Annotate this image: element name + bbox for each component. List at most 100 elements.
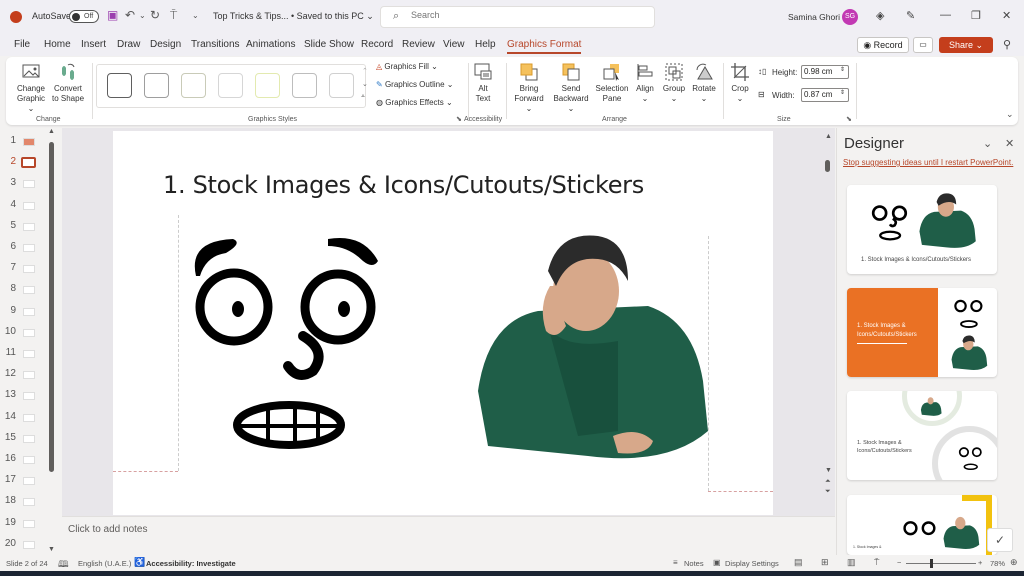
tab-record[interactable]: Record [361,39,393,50]
slide-canvas[interactable]: 1. Stock Images & Icons/Cutouts/Stickers [113,131,773,515]
style-swatch-5[interactable] [255,73,280,98]
slide-thumbnail[interactable]: 7 [0,262,50,276]
gallery-down-icon[interactable]: ⌄ [362,80,368,88]
user-name[interactable]: Samina Ghori [788,12,840,22]
record-button[interactable]: ◉ Record [857,37,909,53]
avatar[interactable]: SG [842,9,858,25]
slide-thumbnail[interactable]: 5 [0,220,50,234]
notes-pane[interactable]: Click to add notes [62,516,835,554]
fit-to-window-icon[interactable]: ⊕ [1010,557,1018,568]
slide-thumbnail-image[interactable] [23,540,35,549]
autosave-toggle[interactable]: Off [69,10,99,23]
stop-suggesting-link[interactable]: Stop suggesting ideas until I restart Po… [843,158,1013,167]
slide-thumbnail[interactable]: 9 [0,305,50,319]
scrollbar-thumb[interactable] [825,160,830,172]
design-idea-card[interactable]: 1. Stock Images & Icons/Cutouts/Stickers [847,185,997,274]
tab-help[interactable]: Help [475,39,496,50]
zoom-slider-track[interactable] [906,563,976,564]
tab-review[interactable]: Review [402,39,435,50]
zoom-in-icon[interactable]: + [978,558,982,567]
slideshow-icon[interactable]: ⍑ [874,557,879,568]
slide-thumbnail-image[interactable] [23,201,35,210]
slide-thumbnail-image[interactable] [23,138,35,146]
reading-view-icon[interactable]: ▥ [847,557,856,568]
slide-thumbnail[interactable]: 2 [0,156,50,170]
group-button[interactable]: Group ⌄ [660,62,688,104]
display-settings-button[interactable]: Display Settings [725,559,779,568]
dialog-launcher-icon[interactable]: ⬊ [456,115,462,123]
style-swatch-4[interactable] [218,73,243,98]
zoom-slider-thumb[interactable] [930,559,933,568]
graphics-effects-button[interactable]: ◍ Graphics Effects ⌄ [376,98,453,107]
design-idea-card[interactable]: 1. Stock Images & Icons/Cutouts/Stickers [847,288,997,377]
height-spinner-icon[interactable]: ⇕ [840,66,845,73]
slide-thumbnail[interactable]: 11 [0,347,50,361]
bring-forward-button[interactable]: Bring Forward ⌄ [510,62,548,114]
slide-thumbnail[interactable]: 15 [0,432,50,446]
slide-sorter-icon[interactable]: ⊞ [821,557,829,568]
style-swatch-3[interactable] [181,73,206,98]
accessibility-status[interactable]: Accessibility: Investigate [146,559,236,568]
present-icon[interactable]: ⍑ [170,8,177,23]
diamond-icon[interactable]: ◈ [876,9,884,22]
gallery-more-icon[interactable]: ⩡ [361,93,365,101]
next-slide-icon[interactable]: ⏷ [825,488,831,496]
slide-thumbnail-image[interactable] [23,328,35,337]
design-idea-card[interactable]: 1. Stock Images & [847,495,997,555]
tab-animations[interactable]: Animations [246,39,295,50]
slide-thumbnail-image[interactable] [23,244,35,252]
restore-icon[interactable]: ❐ [971,9,981,22]
style-swatch-2[interactable] [144,73,169,98]
designer-options-chevron-icon[interactable]: ⌄ [983,137,992,150]
slide-thumbnail[interactable]: 14 [0,411,50,425]
slide-thumbnail[interactable]: 18 [0,495,50,509]
tab-draw[interactable]: Draw [117,39,140,50]
face-sticker-image[interactable] [178,231,388,461]
scroll-up-icon[interactable]: ▲ [48,128,55,135]
zoom-out-icon[interactable]: − [897,558,901,567]
slide-thumbnail-image[interactable] [23,286,35,295]
slide-thumbnail-image[interactable] [23,434,35,443]
selection-pane-button[interactable]: Selection Pane [595,62,629,104]
design-idea-card[interactable]: 1. Stock Images & Icons/Cutouts/Stickers [847,391,997,480]
rotate-button[interactable]: Rotate ⌄ [690,62,718,104]
size-dialog-launcher-icon[interactable]: ⬊ [846,115,852,123]
slide-thumbnail[interactable]: 12 [0,368,50,382]
change-graphic-button[interactable]: Change Graphic ⌄ [14,62,48,114]
slide-thumbnail-image[interactable] [21,157,36,169]
style-swatch-1[interactable] [107,73,132,98]
coauthor-icon[interactable]: ⚲ [1003,38,1011,51]
tab-view[interactable]: View [443,39,465,50]
slide-thumbnail-image[interactable] [23,350,35,358]
scroll-up-icon[interactable]: ▲ [825,133,832,140]
style-swatch-6[interactable] [292,73,317,98]
slide-thumbnail[interactable]: 4 [0,199,50,213]
slide-thumbnail-image[interactable] [23,222,35,231]
tab-transitions[interactable]: Transitions [191,39,240,50]
language-indicator[interactable]: English (U.A.E.) [78,559,131,568]
graphics-outline-button[interactable]: ✎ Graphics Outline ⌄ [376,80,453,89]
undo-icon[interactable]: ↶ [125,8,135,22]
redo-icon[interactable]: ↻ [150,8,160,22]
slide-thumbnail[interactable]: 20 [0,538,50,552]
document-title[interactable]: Top Tricks & Tips... • Saved to this PC … [213,11,374,22]
slide-thumbnail-image[interactable] [23,498,35,507]
save-icon[interactable]: ▣ [107,8,118,22]
gallery-up-icon[interactable]: ⌃ [362,67,368,75]
designer-close-icon[interactable]: ✕ [1005,137,1014,150]
slide-thumbnail-image[interactable] [23,519,35,528]
alt-text-button[interactable]: Alt Text [470,62,496,104]
slide-thumbnail[interactable]: 17 [0,474,50,488]
slide-thumbnail[interactable]: 8 [0,283,50,297]
search-box[interactable]: ⌕ [380,6,655,28]
share-button[interactable]: Share ⌄ [939,37,993,53]
scroll-down-icon[interactable]: ▼ [825,467,832,474]
slide-scrollbar[interactable]: ▲ ▼ ⏶ ⏷ [823,133,834,505]
tab-design[interactable]: Design [150,39,181,50]
slide-thumbnail[interactable]: 1 [0,135,50,149]
previous-slide-icon[interactable]: ⏶ [825,478,831,486]
close-icon[interactable]: ✕ [1002,9,1011,22]
slide-thumbnail[interactable]: 16 [0,453,50,467]
apply-check-button[interactable]: ✓ [987,528,1013,552]
tab-home[interactable]: Home [44,39,71,50]
